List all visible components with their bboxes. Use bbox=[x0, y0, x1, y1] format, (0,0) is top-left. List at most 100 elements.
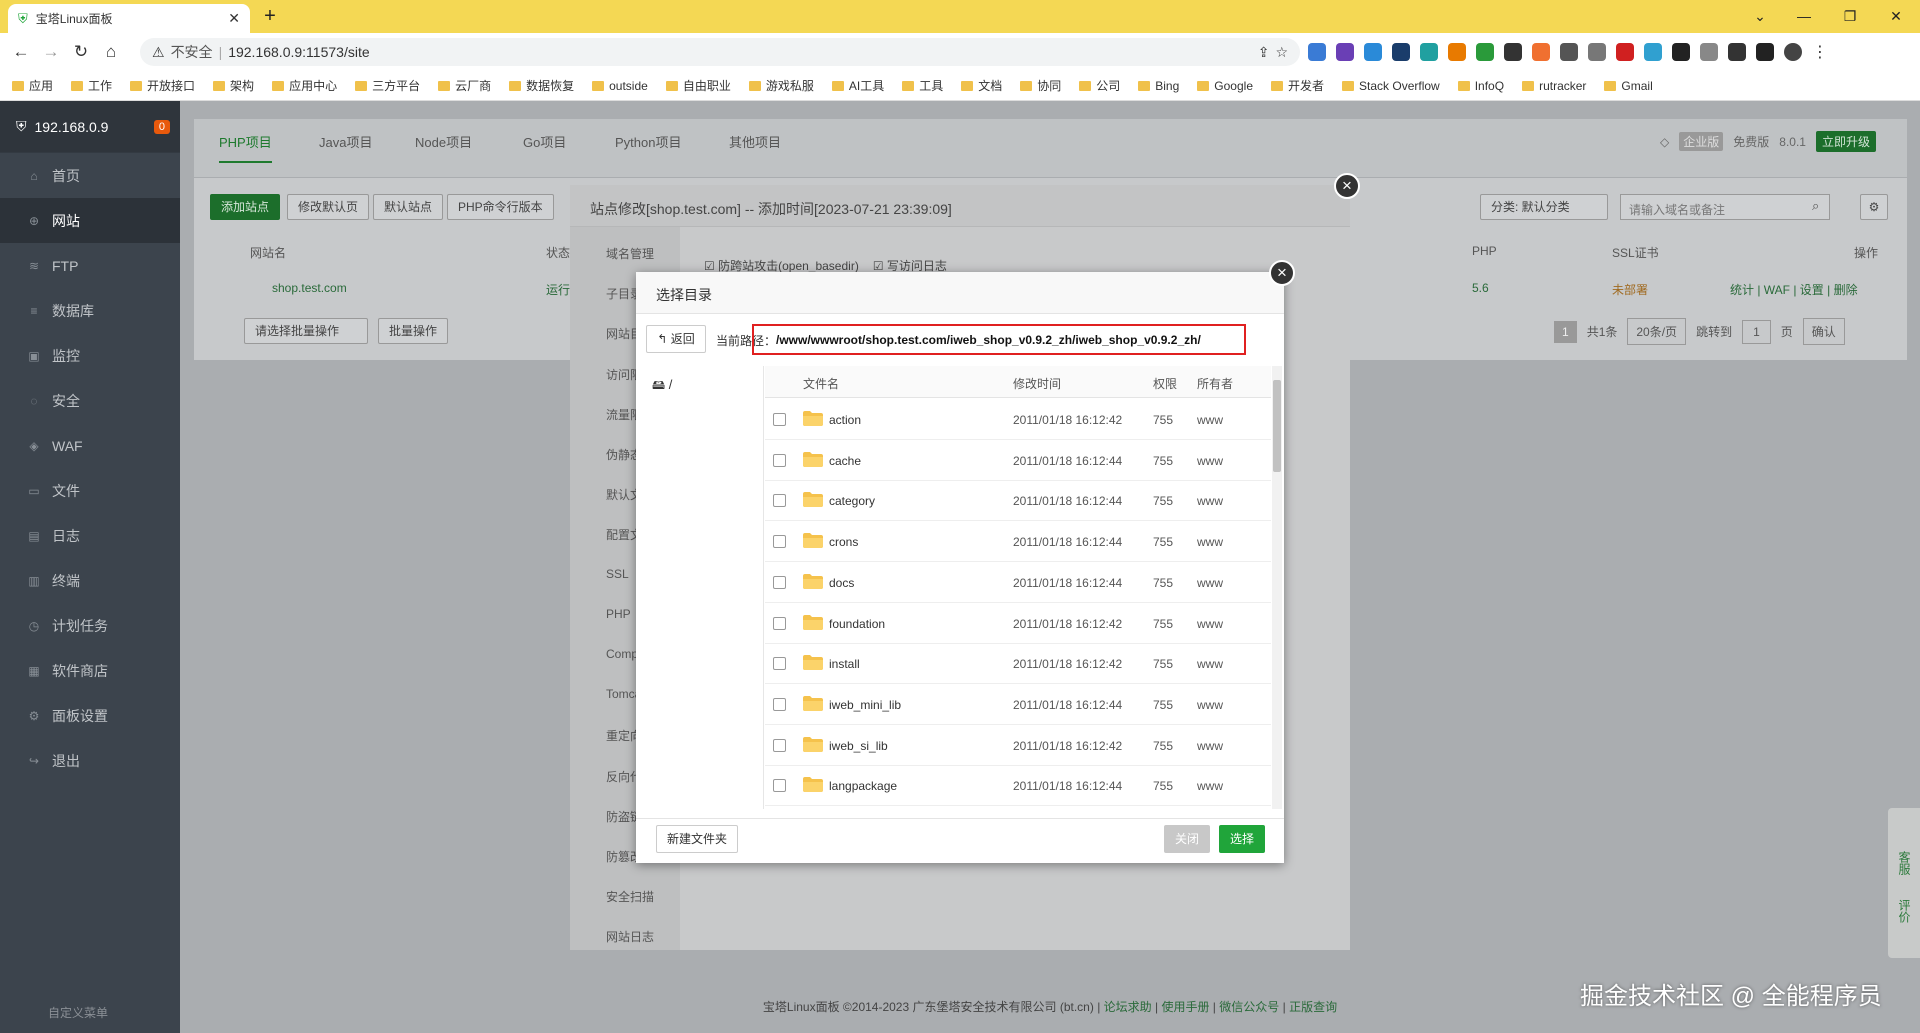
site-ssl-status[interactable]: 未部署 bbox=[1612, 281, 1648, 298]
bookmark-item[interactable]: 应用 bbox=[12, 77, 53, 94]
bookmark-item[interactable]: 应用中心 bbox=[272, 77, 337, 94]
batch-select[interactable]: 请选择批量操作 bbox=[244, 318, 368, 344]
site-dialog-close-icon[interactable]: × bbox=[1334, 173, 1360, 199]
bookmark-item[interactable]: AI工具 bbox=[831, 77, 884, 94]
jump-input[interactable]: 1 bbox=[1742, 319, 1771, 344]
edition-label[interactable]: 企业版 bbox=[1679, 132, 1724, 151]
bookmark-item[interactable]: 公司 bbox=[1079, 77, 1120, 94]
row-checkbox[interactable] bbox=[773, 535, 786, 549]
bookmark-item[interactable]: 云厂商 bbox=[438, 77, 491, 94]
bookmark-item[interactable]: 数据恢复 bbox=[509, 77, 574, 94]
sidebar-item[interactable]: ◈ WAF bbox=[0, 423, 180, 468]
col-filename[interactable]: 文件名 bbox=[803, 375, 839, 392]
bookmark-item[interactable]: InfoQ bbox=[1457, 79, 1504, 93]
extension-icon[interactable] bbox=[1644, 43, 1662, 61]
extension-icon[interactable] bbox=[1476, 43, 1494, 61]
avatar[interactable] bbox=[1784, 43, 1802, 61]
sidebar-item[interactable]: ▥ 终端 bbox=[0, 558, 180, 603]
tab-node[interactable]: Node项目 bbox=[415, 132, 472, 151]
puzzle-icon[interactable] bbox=[1728, 43, 1746, 61]
jump-confirm-button[interactable]: 确认 bbox=[1802, 318, 1845, 345]
settings-gear-icon[interactable]: ⚙ bbox=[1860, 194, 1888, 220]
row-checkbox[interactable] bbox=[773, 616, 786, 630]
file-row[interactable]: foundation 2011/01/18 16:12:42 755 www bbox=[765, 603, 1271, 644]
bookmark-item[interactable]: 游戏私服 bbox=[748, 77, 814, 94]
site-nav-item[interactable]: PHP bbox=[606, 607, 631, 621]
dir-dialog-close-icon[interactable]: × bbox=[1269, 260, 1295, 286]
extension-icon[interactable] bbox=[1504, 43, 1522, 61]
window-close-icon[interactable]: ✕ bbox=[1876, 4, 1916, 28]
extension-icon[interactable] bbox=[1392, 43, 1410, 61]
file-name[interactable]: category bbox=[829, 494, 875, 508]
file-row[interactable]: action 2011/01/18 16:12:42 755 www bbox=[765, 399, 1271, 440]
file-row[interactable]: cache 2011/01/18 16:12:44 755 www bbox=[765, 440, 1271, 481]
restore-icon[interactable]: ❐ bbox=[1830, 4, 1870, 28]
sidebar-item[interactable]: ◷ 计划任务 bbox=[0, 603, 180, 648]
site-nav-item[interactable]: 网站日志 bbox=[606, 928, 654, 945]
sidebar-item[interactable]: ▭ 文件 bbox=[0, 468, 180, 513]
file-name[interactable]: install bbox=[829, 657, 860, 671]
site-nav-item[interactable]: SSL bbox=[606, 567, 629, 581]
extension-icon[interactable] bbox=[1448, 43, 1466, 61]
extension-icon[interactable] bbox=[1560, 43, 1578, 61]
tab-other[interactable]: 其他项目 bbox=[729, 132, 781, 151]
forward-icon[interactable]: → bbox=[36, 42, 66, 62]
bookmark-item[interactable]: Gmail bbox=[1604, 79, 1653, 93]
bookmark-item[interactable]: 三方平台 bbox=[355, 77, 420, 94]
float-service-panel[interactable]: 客服 评价 bbox=[1888, 808, 1920, 958]
file-name[interactable]: foundation bbox=[829, 617, 885, 631]
row-checkbox[interactable] bbox=[773, 494, 786, 508]
bookmark-item[interactable]: 文档 bbox=[961, 77, 1002, 94]
share-icon[interactable]: ⇪ bbox=[1258, 44, 1270, 61]
menu-dots-icon[interactable]: ⋮ bbox=[1812, 42, 1828, 62]
bookmark-item[interactable]: 开发者 bbox=[1271, 77, 1324, 94]
sidepanel-icon[interactable] bbox=[1756, 43, 1774, 61]
bookmark-item[interactable]: 架构 bbox=[213, 77, 254, 94]
sidebar-item[interactable]: ⊕ 网站 bbox=[0, 198, 180, 243]
file-name[interactable]: iweb_mini_lib bbox=[829, 698, 901, 712]
current-path[interactable]: /www/wwwroot/shop.test.com/iweb_shop_v0.… bbox=[752, 324, 1246, 355]
reload-icon[interactable]: ↻ bbox=[66, 42, 96, 62]
bookmark-item[interactable]: Bing bbox=[1138, 79, 1179, 93]
tree-root[interactable]: / bbox=[669, 377, 673, 392]
tab-close-icon[interactable]: ✕ bbox=[228, 10, 240, 27]
row-checkbox[interactable] bbox=[773, 738, 786, 752]
sidebar-item[interactable]: ◌ 安全 bbox=[0, 378, 180, 423]
back-icon[interactable]: ← bbox=[6, 42, 36, 62]
home-icon[interactable]: ⌂ bbox=[96, 42, 126, 62]
php-cli-button[interactable]: PHP命令行版本 bbox=[447, 194, 554, 220]
file-row[interactable]: iweb_mini_lib 2011/01/18 16:12:44 755 www bbox=[765, 684, 1271, 725]
extension-icon[interactable] bbox=[1308, 43, 1326, 61]
file-row[interactable]: docs 2011/01/18 16:12:44 755 www bbox=[765, 562, 1271, 603]
batch-button[interactable]: 批量操作 bbox=[378, 318, 449, 344]
bookmark-item[interactable]: 工具 bbox=[902, 77, 943, 94]
sidebar-item[interactable]: ⌂ 首页 bbox=[0, 153, 180, 198]
service-link[interactable]: 客服 bbox=[1897, 851, 1911, 875]
site-php-version[interactable]: 5.6 bbox=[1472, 281, 1489, 295]
sidebar-item[interactable]: ▣ 监控 bbox=[0, 333, 180, 378]
add-site-button[interactable]: 添加站点 bbox=[210, 194, 281, 220]
select-button[interactable]: 选择 bbox=[1219, 825, 1265, 853]
tab-search-icon[interactable]: ⌄ bbox=[1740, 4, 1780, 28]
minimize-icon[interactable]: — bbox=[1784, 4, 1824, 28]
row-checkbox[interactable] bbox=[773, 779, 786, 793]
site-ops[interactable]: 统计 | WAF | 设置 | 删除 bbox=[1730, 281, 1858, 298]
file-row[interactable]: crons 2011/01/18 16:12:44 755 www bbox=[765, 521, 1271, 563]
address-bar[interactable]: ⚠ 不安全 | 192.168.0.9:11573/site ⇪ ☆ bbox=[140, 38, 1300, 66]
new-tab-icon[interactable]: + bbox=[258, 5, 282, 29]
sidebar-item[interactable]: ⚙ 面板设置 bbox=[0, 693, 180, 738]
scrollbar-thumb[interactable] bbox=[1273, 380, 1281, 472]
site-nav-item[interactable]: 域名管理 bbox=[606, 245, 654, 262]
extension-icon[interactable] bbox=[1616, 43, 1634, 61]
extension-icon[interactable] bbox=[1336, 43, 1354, 61]
file-row[interactable]: install 2011/01/18 16:12:42 755 www bbox=[765, 643, 1271, 685]
row-checkbox[interactable] bbox=[773, 697, 786, 711]
sidebar-item[interactable]: ▤ 日志 bbox=[0, 513, 180, 558]
notification-badge[interactable]: 0 bbox=[153, 119, 170, 134]
bookmark-item[interactable]: rutracker bbox=[1522, 79, 1586, 93]
category-select[interactable]: 分类: 默认分类 bbox=[1480, 194, 1608, 220]
extension-icon[interactable] bbox=[1364, 43, 1382, 61]
sidebar-item[interactable]: ≋ FTP bbox=[0, 243, 180, 288]
file-row[interactable]: category 2011/01/18 16:12:44 755 www bbox=[765, 480, 1271, 522]
row-checkbox[interactable] bbox=[773, 453, 786, 467]
